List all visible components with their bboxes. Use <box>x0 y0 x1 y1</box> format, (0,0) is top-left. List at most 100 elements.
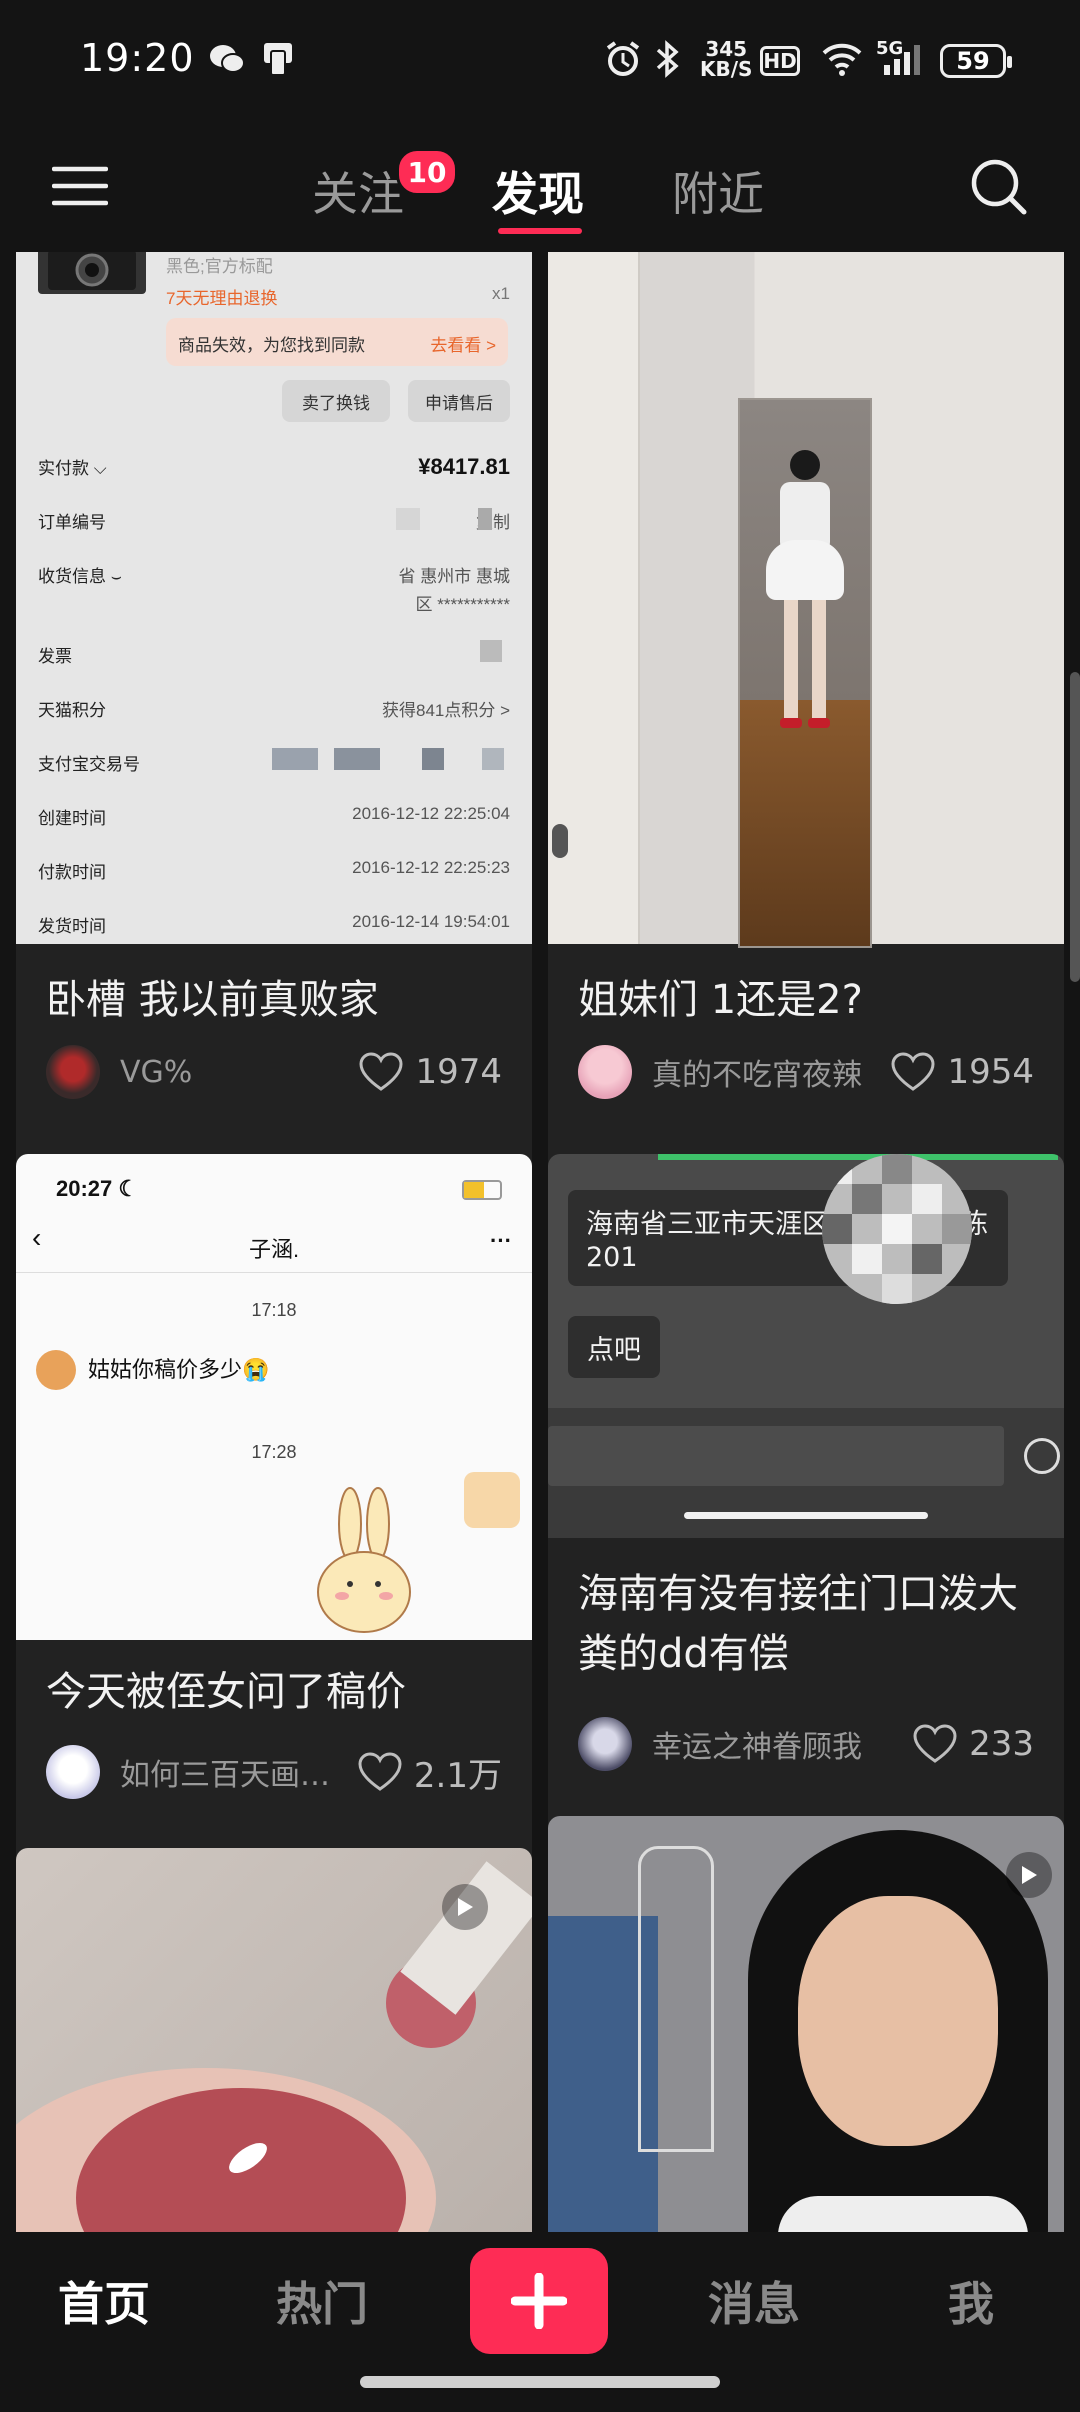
heart-icon[interactable] <box>891 1052 935 1092</box>
figure-skirt <box>766 540 844 600</box>
row-label: 发票 <box>38 647 72 666</box>
chat-avatar <box>36 1350 76 1390</box>
chat-timestamp: 17:18 <box>251 1300 297 1320</box>
card-author: 真的不吃宵夜辣 <box>652 1058 862 1093</box>
face <box>798 1896 998 2146</box>
scrollbar[interactable] <box>1070 672 1080 982</box>
character-sticker <box>464 1472 520 1528</box>
feed-grid[interactable]: 黑色;官方标配 7天无理由退换 x1 商品失效，为您找到同款 去看看 > 卖了换… <box>0 252 1080 2232</box>
chat-input <box>548 1426 1004 1486</box>
card-author: 幸运之神眷顾我 <box>652 1730 862 1765</box>
invalid-note: 商品失效，为您找到同款 <box>178 336 365 355</box>
receipt-row: 付款时间 2016-12-12 22:25:23 <box>38 858 510 883</box>
divider <box>16 1272 532 1273</box>
play-icon <box>1006 1852 1052 1898</box>
hd-icon: HD <box>760 46 800 76</box>
avatar <box>578 1045 632 1099</box>
tab-nearby[interactable]: 附近 <box>672 158 764 224</box>
device-icon <box>262 38 296 80</box>
chat-timestamp: 17:28 <box>251 1442 297 1462</box>
heart-icon[interactable] <box>913 1724 957 1764</box>
receipt-row: 创建时间 2016-12-12 22:25:04 <box>38 804 510 829</box>
figure-head <box>790 450 820 480</box>
receipt-row: 订单编号 复制 <box>38 508 510 533</box>
avatar <box>46 1045 100 1099</box>
row-label: 订单编号 <box>38 513 106 532</box>
chat-time: 20:27 <box>56 1176 113 1201</box>
card-title: 姐妹们 1还是2? <box>578 977 863 1023</box>
avatar <box>46 1745 100 1799</box>
card-title: 卧槽 我以前真败家 <box>46 977 379 1023</box>
nav-home[interactable]: 首页 <box>58 2268 150 2334</box>
active-tab-indicator <box>498 228 582 234</box>
like-count[interactable]: 1974 <box>359 1052 502 1092</box>
card-meta: 真的不吃宵夜辣 1954 <box>578 1044 1034 1100</box>
more-icon: ··· <box>490 1228 512 1253</box>
feed-card[interactable] <box>548 1816 1064 2232</box>
card-thumbnail <box>16 1848 532 2232</box>
tab-discover[interactable]: 发现 <box>492 158 584 224</box>
door-handle <box>552 824 568 858</box>
reply-bubble: 点吧 <box>568 1316 660 1378</box>
row-label: 发货时间 <box>38 917 106 936</box>
like-count[interactable]: 233 <box>913 1724 1034 1764</box>
like-count[interactable]: 1954 <box>891 1052 1034 1092</box>
receipt-row: 区 *********** <box>38 590 511 615</box>
blurred-block <box>482 748 504 770</box>
invalid-product-banner: 商品失效，为您找到同款 去看看 > <box>166 318 508 366</box>
speed-unit: KB/S <box>700 57 753 81</box>
heart-icon[interactable] <box>359 1052 403 1092</box>
receipt-row: 收货信息 ⌣ 省 惠州市 惠城 <box>38 562 510 587</box>
chat-clock: 20:27 ☾ <box>56 1176 139 1201</box>
like-number: 233 <box>969 1724 1034 1764</box>
create-post-button[interactable] <box>470 2248 608 2354</box>
blurred-block <box>396 508 420 530</box>
emoji-icon <box>1024 1438 1060 1474</box>
alarm-icon <box>604 38 642 80</box>
receipt-row: 发票 <box>38 642 510 667</box>
card-thumbnail: 海南省三亚市天涯区 陈 201 点吧 <box>548 1154 1064 1538</box>
avatar <box>578 1717 632 1771</box>
nav-me[interactable]: 我 <box>948 2268 994 2334</box>
row-value: 2016-12-12 22:25:23 <box>352 858 510 877</box>
like-number: 2.1万 <box>413 1755 502 1796</box>
search-icon[interactable] <box>970 158 1028 216</box>
card-thumbnail: 黑色;官方标配 7天无理由退换 x1 商品失效，为您找到同款 去看看 > 卖了换… <box>16 252 532 944</box>
heart-icon[interactable] <box>358 1752 402 1792</box>
screenshot-home-bar <box>684 1512 928 1519</box>
row-label: 实付款 ⌵ <box>38 459 107 478</box>
aftersale-button: 申请售后 <box>408 380 510 422</box>
like-count[interactable]: 2.1万 <box>358 1748 502 1797</box>
bunny-sticker <box>314 1484 414 1634</box>
camera-product-image <box>38 252 146 294</box>
tab-following[interactable]: 关注 <box>312 158 404 224</box>
signal-icon <box>880 38 924 80</box>
nav-hot[interactable]: 热门 <box>276 2268 368 2334</box>
row-value: 获得841点积分 > <box>381 701 510 720</box>
return-note: 7天无理由退换 <box>166 289 278 308</box>
wifi-icon <box>820 38 864 80</box>
receipt-row: 发货时间 2016-12-14 19:54:01 <box>38 912 510 937</box>
figure-shoe <box>808 718 830 728</box>
network-speed: 345 KB/S <box>700 38 752 80</box>
chat-contact-name: 子涵. <box>248 1237 300 1262</box>
card-title: 海南有没有接往门口泼大粪的dd有偿 <box>578 1571 1018 1677</box>
sell-button: 卖了换钱 <box>282 380 390 422</box>
nav-messages[interactable]: 消息 <box>708 2268 800 2334</box>
home-indicator[interactable] <box>360 2376 720 2388</box>
address-line: 海南省三亚市天涯区 <box>586 1209 829 1240</box>
product-qty: x1 <box>492 284 510 303</box>
row-value: ¥8417.81 <box>418 454 510 479</box>
row-label: 付款时间 <box>38 863 106 882</box>
card-thumbnail <box>548 1816 1064 2232</box>
bluetooth-icon <box>652 38 682 80</box>
find-same-link: 去看看 > <box>430 336 496 355</box>
shirt <box>778 2196 1028 2232</box>
feed-card[interactable] <box>16 1848 532 2232</box>
mirror-floor <box>740 700 870 946</box>
notification-badge: 10 <box>396 148 458 196</box>
chat-battery-icon <box>462 1180 502 1200</box>
row-label: 天猫积分 <box>38 701 106 720</box>
figure-leg <box>812 600 826 720</box>
menu-icon[interactable] <box>51 166 109 206</box>
